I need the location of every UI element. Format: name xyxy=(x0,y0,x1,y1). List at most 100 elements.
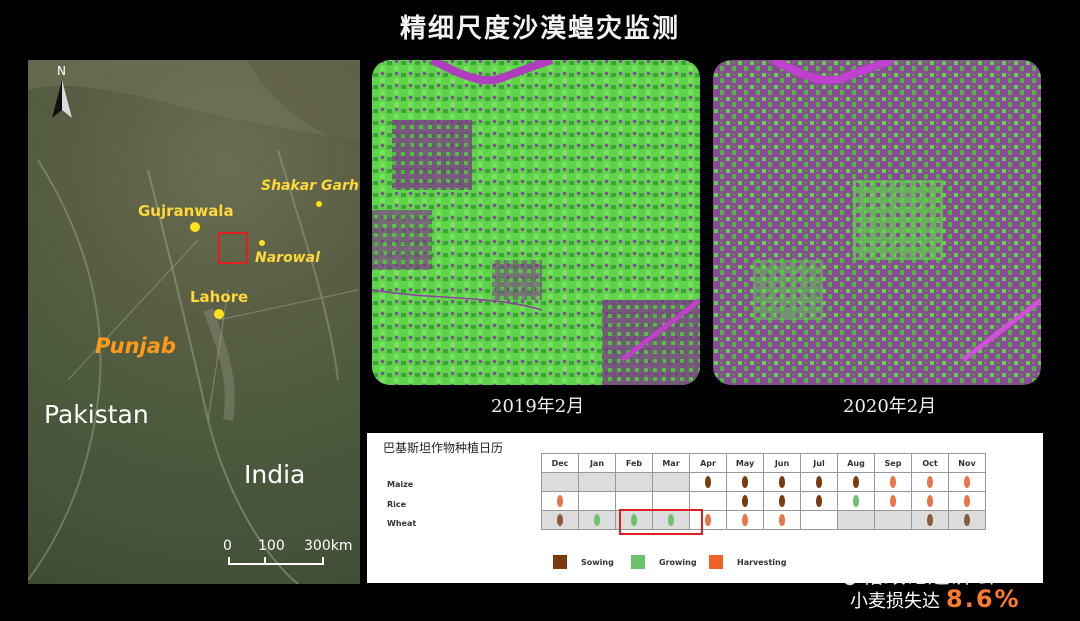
loss-value: 8.6% xyxy=(946,585,1021,613)
cell xyxy=(763,472,801,492)
rice-row xyxy=(541,491,986,511)
page-title: 精细尺度沙漠蝗灾监测 xyxy=(399,14,680,44)
harvesting-leaf-icon xyxy=(927,476,933,488)
harvesting-leaf-icon xyxy=(890,476,896,488)
legend-harvesting: Harvesting xyxy=(737,558,787,567)
legend-sowing: Sowing xyxy=(581,558,614,567)
legend-growing: Growing xyxy=(659,558,697,567)
satellite-image-2020 xyxy=(713,60,1041,385)
cell xyxy=(689,472,727,492)
cell xyxy=(726,472,764,492)
gujranwala-marker xyxy=(190,222,200,232)
month-header: Dec xyxy=(541,453,579,473)
cell xyxy=(726,510,764,530)
cell xyxy=(800,491,838,511)
cell xyxy=(911,472,949,492)
calendar-grid: Dec Jan Feb Mar Apr May Jun Jul Aug Sep … xyxy=(541,453,986,530)
growing-leaf-icon xyxy=(594,514,600,526)
legend-sowing-swatch xyxy=(553,555,567,569)
cell xyxy=(726,491,764,511)
city-lahore: Lahore xyxy=(190,288,249,306)
month-header: Jun xyxy=(763,453,801,473)
city-gujranwala: Gujranwala xyxy=(138,202,234,220)
cell xyxy=(689,491,727,511)
cell xyxy=(541,472,579,492)
cell xyxy=(837,491,875,511)
cell xyxy=(763,510,801,530)
cell xyxy=(541,510,579,530)
harvesting-leaf-icon xyxy=(927,495,933,507)
satellite-2019-graphic xyxy=(372,60,700,385)
crop-label-wheat: Wheat xyxy=(387,519,417,528)
sowing-leaf-icon xyxy=(853,476,859,488)
sowing-leaf-icon xyxy=(927,514,933,526)
location-map: N Gujranwala Shakar Garh Narowal Lahore … xyxy=(28,60,360,584)
cell xyxy=(837,510,875,530)
cell xyxy=(578,510,616,530)
harvesting-leaf-icon xyxy=(705,514,711,526)
feb-mar-highlight xyxy=(619,509,703,535)
narowal-marker xyxy=(259,240,265,246)
sowing-leaf-icon xyxy=(742,495,748,507)
maize-row xyxy=(541,472,986,492)
cell xyxy=(911,491,949,511)
month-header: Sep xyxy=(874,453,912,473)
sowing-leaf-icon xyxy=(816,476,822,488)
wheat-row xyxy=(541,510,986,530)
month-header: Jan xyxy=(578,453,616,473)
month-header: Oct xyxy=(911,453,949,473)
cell xyxy=(874,510,912,530)
growing-leaf-icon xyxy=(853,495,859,507)
region-punjab: Punjab xyxy=(95,334,176,358)
satellite-2020-graphic xyxy=(713,60,1041,385)
sowing-leaf-icon xyxy=(816,495,822,507)
city-shakargarh: Shakar Garh xyxy=(261,178,359,194)
satellite-image-2019 xyxy=(372,60,700,385)
harvesting-leaf-icon xyxy=(964,476,970,488)
sowing-leaf-icon xyxy=(557,514,563,526)
caption-2020: 2020年2月 xyxy=(843,396,937,417)
cell xyxy=(874,491,912,511)
wheat-loss: 小麦损失达 8.6% xyxy=(850,585,1021,613)
study-area-box xyxy=(218,232,248,264)
month-header: Apr xyxy=(689,453,727,473)
cell xyxy=(837,472,875,492)
country-pakistan: Pakistan xyxy=(44,400,149,429)
legend-harvesting-swatch xyxy=(709,555,723,569)
crop-label-maize: Maize xyxy=(387,480,414,489)
sowing-leaf-icon xyxy=(705,476,711,488)
harvesting-leaf-icon xyxy=(557,495,563,507)
cell xyxy=(578,472,616,492)
caption-2019: 2019年2月 xyxy=(491,396,585,417)
month-header: May xyxy=(726,453,764,473)
harvesting-leaf-icon xyxy=(779,514,785,526)
month-header: Mar xyxy=(652,453,690,473)
loss-label: 小麦损失达 xyxy=(850,591,940,612)
sowing-leaf-icon xyxy=(779,495,785,507)
month-header: Feb xyxy=(615,453,653,473)
cell xyxy=(541,491,579,511)
cell xyxy=(578,491,616,511)
crop-label-rice: Rice xyxy=(387,500,407,509)
cell xyxy=(615,491,653,511)
calendar-title: 巴基斯坦作物种植日历 xyxy=(383,441,504,455)
cell xyxy=(800,472,838,492)
sowing-leaf-icon xyxy=(742,476,748,488)
map-terrain xyxy=(28,60,360,584)
harvesting-leaf-icon xyxy=(890,495,896,507)
cell xyxy=(763,491,801,511)
cell xyxy=(800,510,838,530)
month-header-row: Dec Jan Feb Mar Apr May Jun Jul Aug Sep … xyxy=(541,453,986,473)
cell xyxy=(874,472,912,492)
cell xyxy=(652,491,690,511)
cell xyxy=(615,472,653,492)
harvesting-leaf-icon xyxy=(964,495,970,507)
lahore-marker xyxy=(214,309,224,319)
month-header: Aug xyxy=(837,453,875,473)
city-narowal: Narowal xyxy=(255,250,320,266)
month-header: Nov xyxy=(948,453,986,473)
sowing-leaf-icon xyxy=(779,476,785,488)
cell xyxy=(948,491,986,511)
cell xyxy=(911,510,949,530)
shakargarh-marker xyxy=(316,201,322,207)
